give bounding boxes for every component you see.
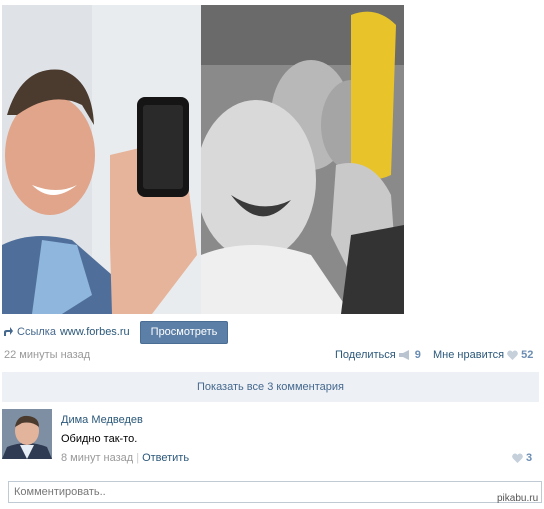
comment-meta: 8 минут назад | Ответить (61, 452, 189, 464)
comment-timestamp[interactable]: 8 минут назад (61, 452, 133, 464)
share-count: 9 (414, 349, 421, 361)
megaphone-icon (398, 350, 409, 360)
like-button[interactable]: Мне нравится 52 (433, 349, 533, 361)
comment-like-count: 3 (526, 452, 533, 464)
comment-input[interactable]: Комментировать.. (8, 481, 542, 503)
photo-left-man-with-phone (2, 5, 203, 314)
post-meta-row: 22 минуты назад Поделиться 9 Мне нравитс… (4, 349, 535, 363)
like-count: 52 (521, 349, 534, 361)
comment-item: Дима Медведев Обидно так-то. 8 минут наз… (2, 409, 539, 469)
view-link-button[interactable]: Просмотреть (139, 320, 229, 344)
comment-like-button[interactable]: 3 (512, 452, 532, 464)
link-row: Ссылка www.forbes.ru Просмотреть (4, 320, 229, 344)
comment-text: Обидно так-то. (61, 433, 138, 445)
link-label: Ссылка (17, 326, 56, 338)
separator: | (136, 452, 140, 464)
share-label: Поделиться (335, 349, 396, 361)
post-timestamp[interactable]: 22 минуты назад (4, 349, 90, 361)
show-all-comments-button[interactable]: Показать все 3 комментария (2, 372, 539, 402)
reply-button[interactable]: Ответить (142, 452, 189, 464)
share-arrow-icon (4, 327, 13, 336)
share-button[interactable]: Поделиться 9 (335, 349, 421, 361)
link-url[interactable]: www.forbes.ru (60, 326, 130, 338)
post-photo[interactable] (2, 5, 404, 314)
like-label: Мне нравится (433, 349, 505, 361)
watermark: pikabu.ru (497, 493, 539, 504)
heart-icon (512, 453, 523, 463)
avatar[interactable] (2, 409, 52, 459)
comment-author[interactable]: Дима Медведев (61, 414, 143, 426)
heart-icon (507, 350, 518, 360)
photo-right-man-with-corn (201, 5, 404, 314)
